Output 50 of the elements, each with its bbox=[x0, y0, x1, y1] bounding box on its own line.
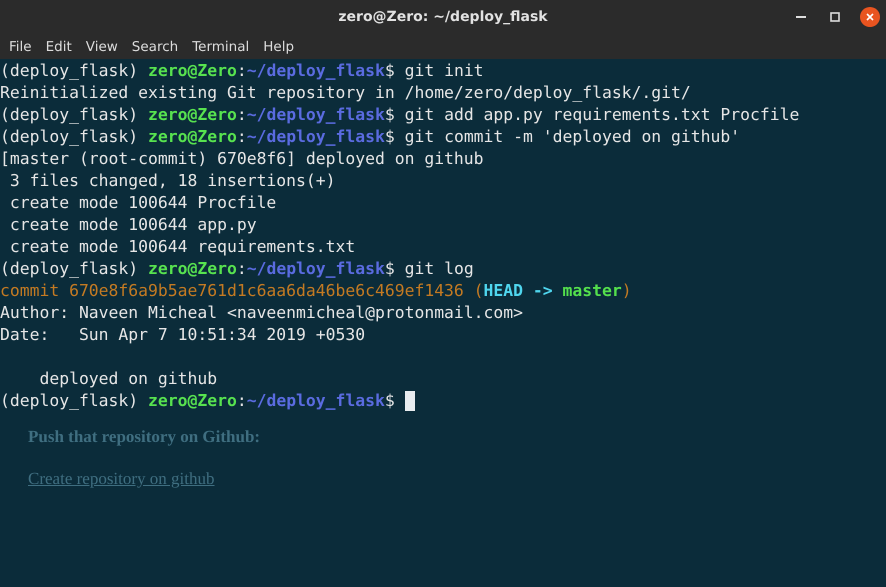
menu-item[interactable]: Edit bbox=[38, 36, 79, 56]
terminal-text: Date: Sun Apr 7 10:51:34 2019 +0530 bbox=[0, 324, 366, 346]
terminal-text: ~/deploy_flask bbox=[246, 390, 385, 412]
terminal-text: ~/deploy_flask bbox=[246, 126, 385, 148]
terminal-text: ~/deploy_flask bbox=[246, 60, 385, 82]
terminal-text: create mode 100644 app.py bbox=[8, 214, 257, 236]
menu-item[interactable]: Search bbox=[124, 36, 186, 56]
background-heading: Push that repository on Github: bbox=[28, 426, 262, 448]
terminal-text: $ git commit -m 'deployed on github' bbox=[384, 126, 740, 148]
terminal-text: (deploy_flask) bbox=[0, 60, 140, 82]
terminal-text: $ git log bbox=[384, 258, 474, 280]
menu-item[interactable]: View bbox=[78, 36, 125, 56]
terminal-text: (deploy_flask) bbox=[0, 258, 140, 280]
maximize-icon bbox=[830, 12, 840, 22]
terminal-text: 3 files changed, 18 insertions(+) bbox=[8, 170, 336, 192]
terminal-text: (deploy_flask) bbox=[0, 126, 140, 148]
terminal-text: ) bbox=[622, 280, 632, 302]
terminal-text: create mode 100644 Procfile bbox=[8, 192, 276, 214]
terminal-text: (deploy_flask) bbox=[0, 390, 140, 412]
terminal-text: zero@Zero bbox=[148, 60, 237, 82]
terminal-text: commit 670e8f6a9b5ae761d1c6aa6da46be6c469ef1436 ( bbox=[0, 280, 484, 302]
terminal-text: [master (root-commit) 670e8f6] deployed on github bbox=[0, 148, 484, 170]
terminal-text: : bbox=[236, 104, 247, 126]
terminal-text: create mode 100644 requirements.txt bbox=[8, 236, 356, 258]
terminal-text: master bbox=[562, 280, 622, 302]
menu-item[interactable]: File bbox=[2, 36, 39, 56]
menu-item[interactable]: Terminal bbox=[185, 36, 256, 56]
terminal-text: Reinitialized existing Git repository in /home/zero/deploy_flask/.git/ bbox=[0, 82, 691, 104]
terminal-text: $ git init bbox=[384, 60, 484, 82]
close-icon bbox=[866, 13, 874, 21]
terminal-text: $ git add app.py requirements.txt Procfile bbox=[384, 104, 800, 126]
terminal-text: : bbox=[236, 126, 247, 148]
close-button[interactable] bbox=[860, 7, 880, 27]
terminal-text: (deploy_flask) bbox=[0, 104, 140, 126]
terminal-text: Author: Naveen Micheal <naveenmicheal@protonmail.com> bbox=[0, 302, 524, 324]
terminal-text: ~/deploy_flask bbox=[246, 258, 385, 280]
terminal-text: zero@Zero bbox=[148, 126, 237, 148]
terminal-text: ~/deploy_flask bbox=[246, 104, 385, 126]
minimize-icon bbox=[796, 16, 806, 18]
terminal-text: : bbox=[236, 390, 247, 412]
terminal-text: : bbox=[236, 60, 247, 82]
terminal-text: HEAD -> bbox=[484, 280, 554, 302]
terminal-text: zero@Zero bbox=[148, 258, 237, 280]
menu-item[interactable]: Help bbox=[256, 36, 302, 56]
terminal-text: zero@Zero bbox=[148, 390, 237, 412]
terminal-text: deployed on github bbox=[38, 368, 218, 390]
terminal-text: $ bbox=[384, 390, 396, 412]
window-title: zero@Zero: ~/deploy_flask bbox=[338, 9, 548, 25]
terminal-text: : bbox=[236, 258, 247, 280]
terminal-text: zero@Zero bbox=[148, 104, 237, 126]
